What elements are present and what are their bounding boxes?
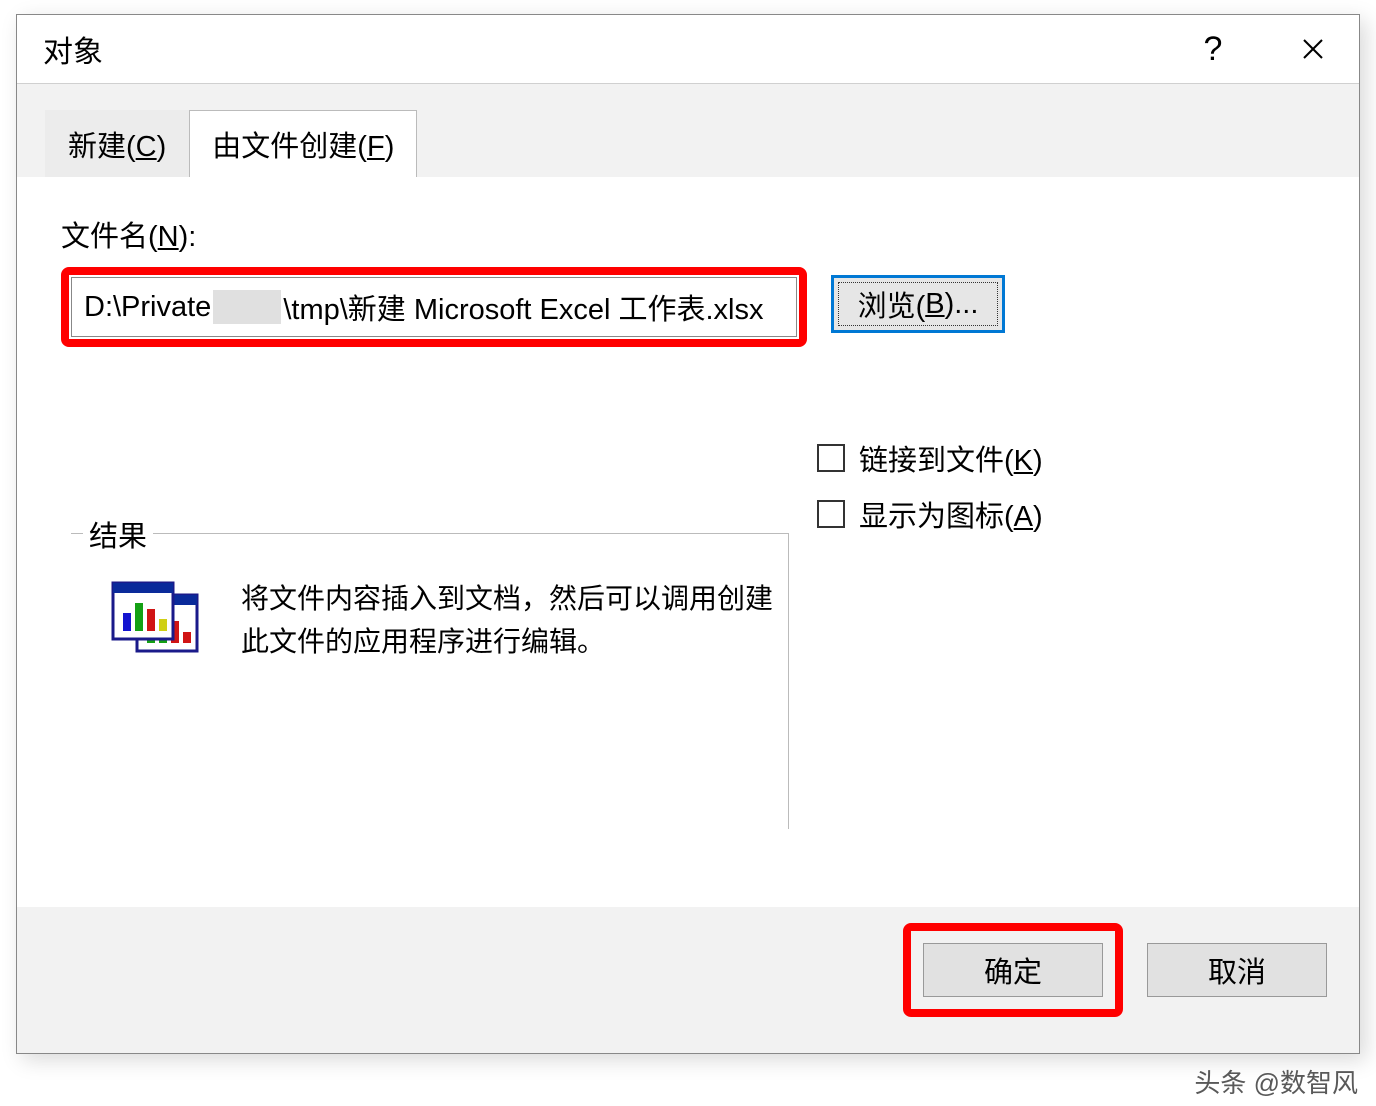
tab-strip: 新建(C) 由文件创建(F) bbox=[17, 84, 1359, 178]
help-button[interactable]: ? bbox=[1191, 27, 1235, 71]
close-button[interactable] bbox=[1291, 27, 1335, 71]
tab-from-file[interactable]: 由文件创建(F) bbox=[189, 110, 417, 178]
checkbox-icon bbox=[817, 500, 845, 528]
filename-row: D:\Private \tmp\新建 Microsoft Excel 工作表.x… bbox=[61, 267, 1323, 347]
filename-label: 文件名(N): bbox=[61, 213, 1323, 255]
ok-button[interactable]: 确定 bbox=[923, 943, 1103, 997]
dialog-title: 对象 bbox=[43, 27, 103, 71]
watermark: 头条 @数智风 bbox=[1194, 1063, 1358, 1100]
close-icon bbox=[1301, 37, 1325, 61]
footer-buttons: 确定 取消 bbox=[903, 923, 1327, 1017]
link-to-file-checkbox[interactable]: 链接到文件(K) bbox=[817, 437, 1043, 479]
checkbox-icon bbox=[817, 444, 845, 472]
tab-new[interactable]: 新建(C) bbox=[45, 110, 189, 178]
result-group: 结果 bbox=[71, 531, 789, 829]
object-dialog: 对象 ? 新建(C) 由文件创建(F) 文 bbox=[16, 14, 1360, 1054]
result-group-label: 结果 bbox=[83, 513, 153, 555]
titlebar-buttons: ? bbox=[1191, 27, 1335, 71]
help-icon: ? bbox=[1204, 30, 1223, 69]
redacted-segment bbox=[213, 290, 281, 324]
link-to-file-label: 链接到文件(K) bbox=[859, 437, 1043, 479]
options: 链接到文件(K) 显示为图标(A) bbox=[817, 437, 1043, 535]
cancel-button[interactable]: 取消 bbox=[1147, 943, 1327, 997]
show-as-icon-label: 显示为图标(A) bbox=[859, 493, 1043, 535]
tab-content: 文件名(N): D:\Private \tmp\新建 Microsoft Exc… bbox=[17, 177, 1359, 907]
titlebar: 对象 ? bbox=[17, 15, 1359, 83]
filename-highlight: D:\Private \tmp\新建 Microsoft Excel 工作表.x… bbox=[61, 267, 807, 347]
browse-button[interactable]: 浏览(B)... bbox=[831, 275, 1005, 333]
result-group-border bbox=[71, 533, 789, 829]
show-as-icon-checkbox[interactable]: 显示为图标(A) bbox=[817, 493, 1043, 535]
filename-input[interactable]: D:\Private \tmp\新建 Microsoft Excel 工作表.x… bbox=[71, 277, 797, 337]
dialog-body: 新建(C) 由文件创建(F) 文件名(N): D:\Private \tmp\新… bbox=[17, 83, 1359, 1053]
ok-highlight: 确定 bbox=[903, 923, 1123, 1017]
